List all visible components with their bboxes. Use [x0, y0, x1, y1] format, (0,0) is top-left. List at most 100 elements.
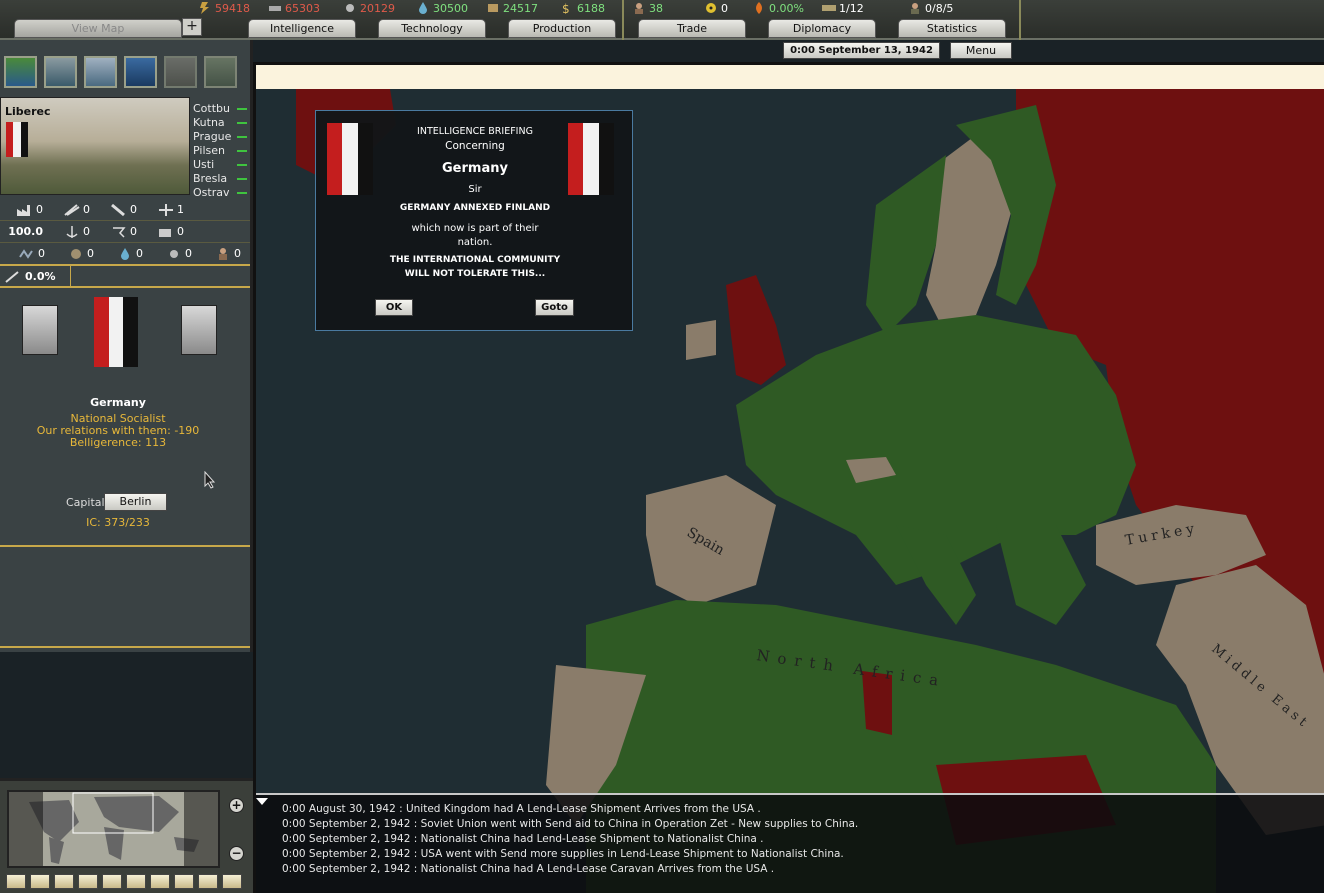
naval-map-icon[interactable]: [124, 56, 157, 88]
resource-oil[interactable]: 30500: [416, 1, 468, 15]
tab-view-map[interactable]: View Map: [14, 19, 182, 38]
dialog-header: INTELLIGENCE BRIEFING: [417, 126, 533, 137]
money-icon: $: [560, 2, 574, 16]
dialog-body: which now is part of their nation.: [411, 223, 539, 248]
zoom-in-button[interactable]: +: [229, 798, 244, 813]
dialog-warning-1: THE INTERNATIONAL COMMUNITY: [389, 255, 561, 265]
province-name: Liberec: [5, 105, 51, 118]
nearby-provinces: Cottbu Kutna Prague Pilsen Usti Bresla O…: [193, 102, 251, 200]
nearby-province[interactable]: Cottbu: [193, 102, 251, 116]
topbar-divider: [622, 0, 624, 40]
log-entry: 0:00 September 2, 1942 : Soviet Union we…: [282, 818, 859, 830]
log-entry: 0:00 September 2, 1942 : USA went with S…: [282, 848, 844, 860]
nearby-province[interactable]: Ostrav: [193, 186, 251, 200]
filter-event-icon[interactable]: [198, 874, 218, 889]
nuclear-icon: [704, 2, 718, 14]
resource-money[interactable]: $6188: [560, 1, 605, 17]
stat-rare-res: 0: [147, 247, 196, 261]
stats-row: 100.0 0 0 0: [0, 221, 250, 243]
panel-divider: [0, 545, 250, 547]
officers-icon: [908, 2, 922, 14]
country-name: Germany: [90, 396, 146, 409]
filter-supply-icon[interactable]: [150, 874, 170, 889]
anti-air-icon: [63, 203, 81, 217]
map-top-strip: [256, 65, 1324, 89]
transports-icon: [822, 2, 836, 14]
resource-nuclear[interactable]: 0: [704, 1, 728, 15]
resistance-separator: [70, 266, 71, 288]
svg-text:$: $: [562, 2, 570, 14]
terrain-map-icon[interactable]: [4, 56, 37, 88]
airfield-icon: [157, 203, 175, 217]
stat-railway: 100.0: [0, 225, 47, 239]
supplies-icon: [486, 2, 500, 14]
oil-icon: [416, 2, 430, 14]
filter-units-icon[interactable]: [6, 874, 26, 889]
radar-icon: [110, 225, 128, 239]
nearby-province[interactable]: Pilsen: [193, 144, 251, 158]
goto-button[interactable]: Goto: [535, 299, 574, 316]
resource-transports[interactable]: 1/12: [822, 1, 864, 15]
resource-officers[interactable]: 0/8/5: [908, 1, 953, 15]
dissent-icon: [752, 2, 766, 14]
stat-infrastructure: 0: [0, 247, 49, 261]
collapse-log-icon[interactable]: [256, 798, 268, 805]
resource-dissent[interactable]: 0.00%: [752, 1, 804, 15]
game-date[interactable]: 0:00 September 13, 1942: [783, 42, 940, 59]
zoom-out-button[interactable]: −: [229, 846, 244, 861]
stat-manpower-res: 0: [196, 247, 245, 261]
nearby-province[interactable]: Prague: [193, 130, 251, 144]
filter-star-icon[interactable]: [222, 874, 242, 889]
nearby-province[interactable]: Kutna: [193, 116, 251, 130]
energy-icon: [198, 2, 212, 14]
minister-portrait[interactable]: [181, 305, 217, 355]
infrastructure-icon: [18, 247, 36, 261]
filter-diplomacy-icon[interactable]: [174, 874, 194, 889]
leader-portrait[interactable]: [22, 305, 58, 355]
log-entry: 0:00 September 2, 1942 : Nationalist Chi…: [282, 833, 764, 845]
stat-anti-air: 0: [47, 203, 94, 217]
dialog-country: Germany: [442, 161, 508, 176]
capital-button[interactable]: Berlin: [104, 493, 167, 511]
resource-rare[interactable]: 20129: [343, 1, 395, 15]
manpower-res-icon: [214, 247, 232, 261]
dialog-concerning: Concerning: [445, 140, 505, 152]
tab-production[interactable]: Production: [508, 19, 616, 38]
add-button[interactable]: +: [182, 18, 202, 36]
tab-trade[interactable]: Trade: [638, 19, 746, 38]
ok-button[interactable]: OK: [375, 299, 413, 316]
menu-button[interactable]: Menu: [950, 42, 1012, 59]
filter-tech-icon[interactable]: [126, 874, 146, 889]
minimap[interactable]: [7, 790, 220, 868]
stat-nuclear-reactor: 0: [141, 225, 188, 239]
nearby-province[interactable]: Bresla: [193, 172, 251, 186]
tab-statistics[interactable]: Statistics: [898, 19, 1006, 38]
country-belligerence: Belligerence: 113: [69, 436, 167, 449]
stat-factory: 0: [0, 203, 47, 217]
army-map-icon[interactable]: [44, 56, 77, 88]
resource-energy[interactable]: 59418: [198, 1, 250, 15]
tab-diplomacy[interactable]: Diplomacy: [768, 19, 876, 38]
air-map-icon[interactable]: [84, 56, 117, 88]
resource-supplies[interactable]: 24517: [486, 1, 538, 15]
filter-trade-icon[interactable]: [102, 874, 122, 889]
dialog-headline: GERMANY ANNEXED FINLAND: [399, 203, 551, 213]
energy-res-icon: [67, 247, 85, 261]
resource-manpower[interactable]: 38: [632, 1, 663, 15]
topbar-divider-2: [1019, 0, 1021, 40]
stat-naval-base: 0: [47, 225, 94, 239]
leader-map-icon[interactable]: [164, 56, 197, 88]
intelligence-briefing-dialog: INTELLIGENCE BRIEFING Concerning Germany…: [315, 110, 633, 331]
tab-technology[interactable]: Technology: [378, 19, 486, 38]
resource-metal[interactable]: 65303: [268, 1, 320, 15]
filter-air-icon[interactable]: [54, 874, 74, 889]
tab-intelligence[interactable]: Intelligence: [248, 19, 356, 38]
supply-map-icon[interactable]: [204, 56, 237, 88]
coastal-fort-icon: [110, 203, 128, 217]
country-flag[interactable]: [94, 297, 138, 367]
nearby-province[interactable]: Usti: [193, 158, 251, 172]
province-stats: 0 0 0 1 100.0 0 0 0 0 0 0 0 0: [0, 199, 250, 265]
filter-money-icon[interactable]: [78, 874, 98, 889]
filter-flag-icon[interactable]: [30, 874, 50, 889]
rare-res-icon: [165, 247, 183, 261]
